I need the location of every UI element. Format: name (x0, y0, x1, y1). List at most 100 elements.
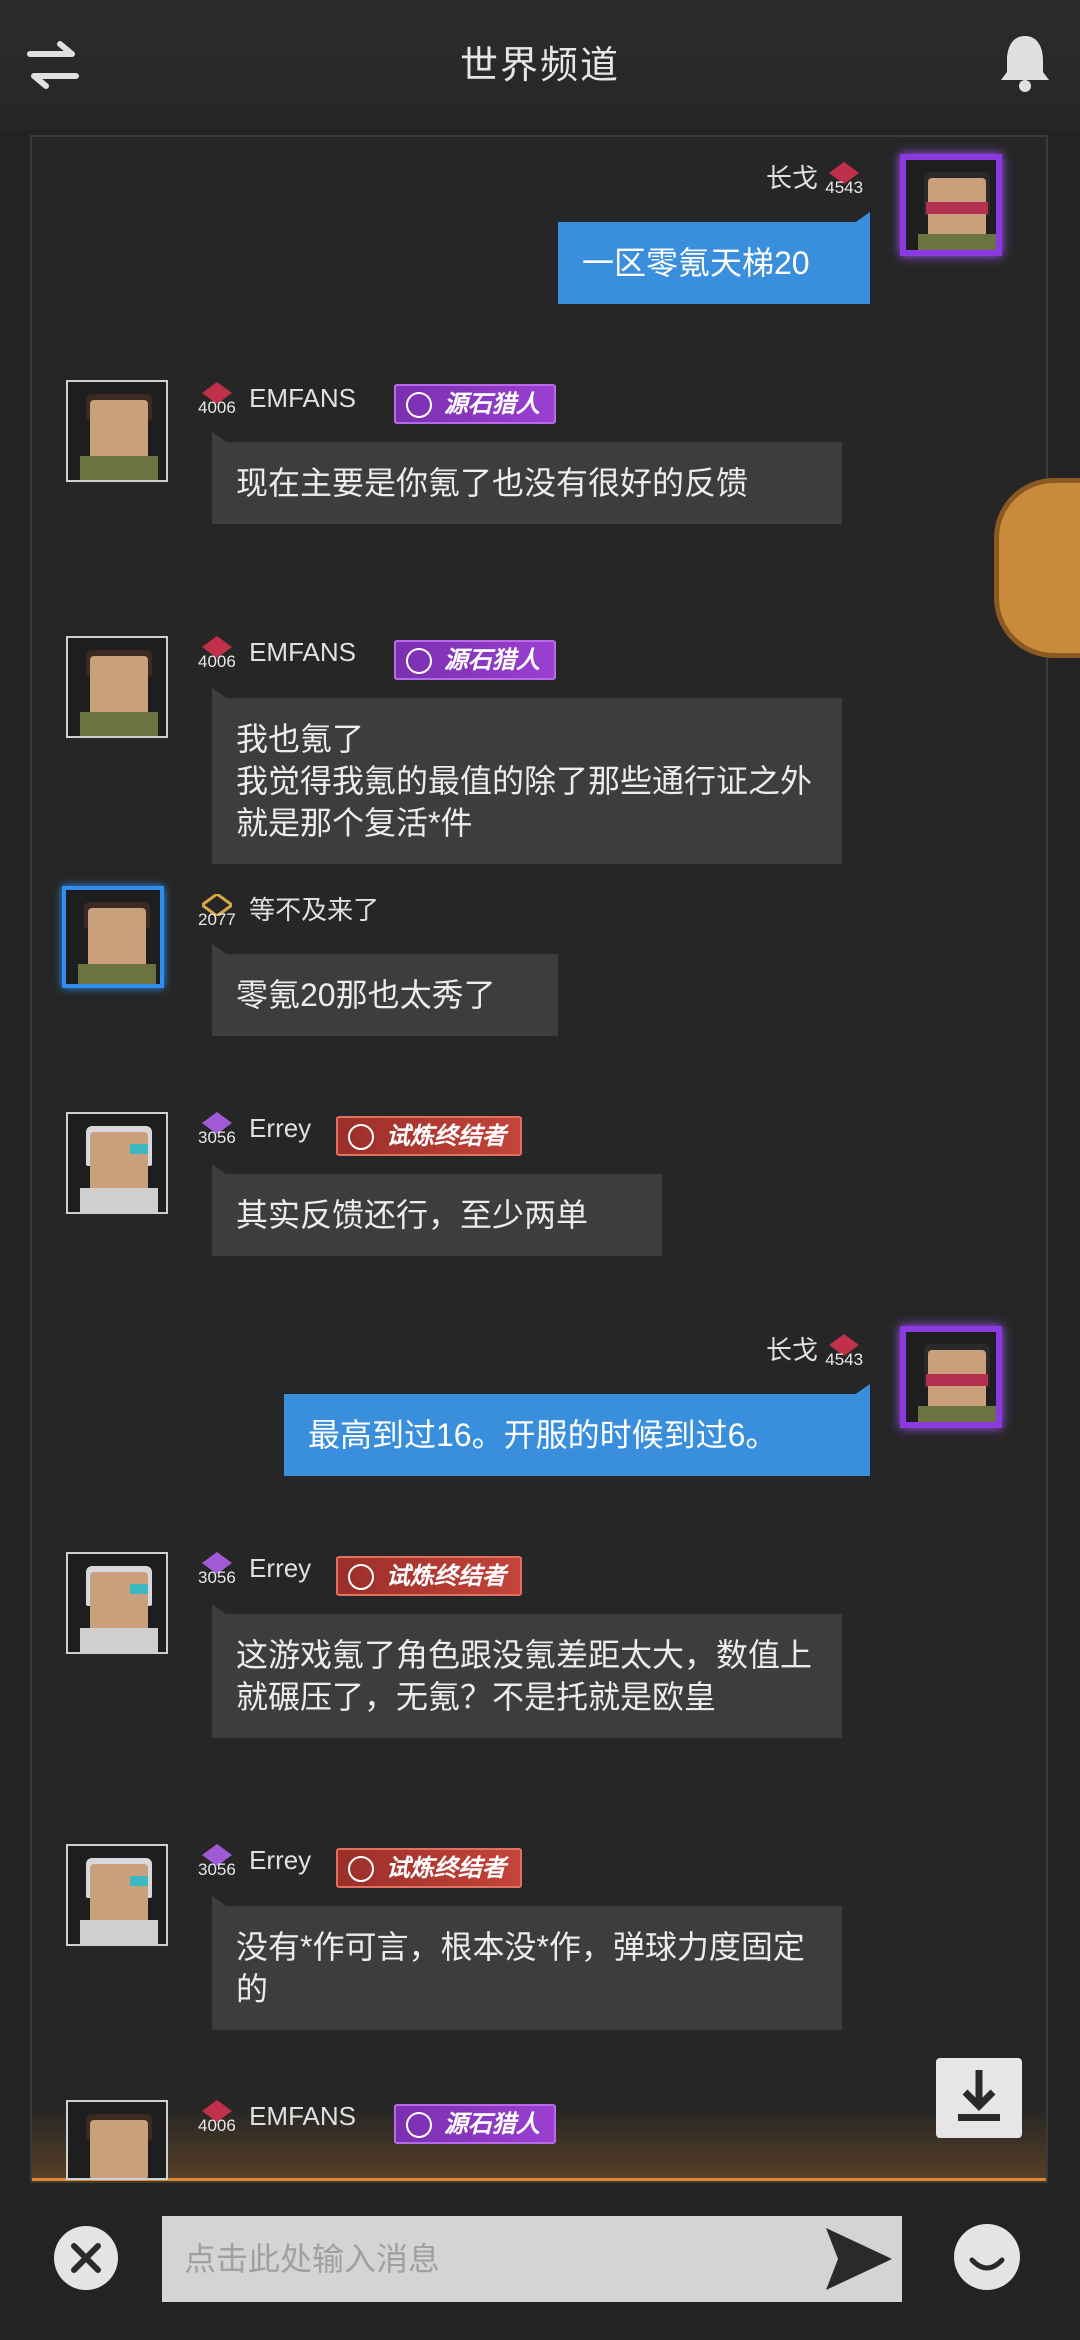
level-number: 2077 (198, 910, 236, 930)
avatar-face (90, 400, 148, 460)
title-badge-label: 试炼终结者 (386, 1563, 506, 1590)
avatar[interactable] (66, 1552, 168, 1654)
skull-emblem-icon (348, 1124, 374, 1150)
skull-emblem-icon (348, 1564, 374, 1590)
level-number: 4006 (198, 2116, 236, 2135)
avatar-face (90, 1572, 148, 1632)
sender-line: 3056 Errey (198, 1844, 311, 1880)
close-icon (71, 2243, 101, 2273)
level-number: 3056 (198, 1128, 236, 1147)
avatar[interactable] (62, 886, 164, 988)
scroll-to-bottom-button[interactable] (936, 2058, 1022, 2138)
avatar[interactable] (66, 2100, 168, 2180)
app-header: 世界频道 (0, 0, 1080, 130)
level-number: 4543 (825, 1350, 864, 1370)
title-badge[interactable]: 源石猎人 (394, 2104, 556, 2144)
sender-name: Errey (249, 1844, 312, 1875)
avatar-hair-stripe (130, 1584, 148, 1594)
level-badge: 4006 (198, 2100, 236, 2136)
sender-name: Errey (249, 1552, 312, 1583)
level-number: 4006 (198, 652, 236, 671)
title-badge-label: 源石猎人 (444, 647, 540, 674)
sender-name: EMFANS (249, 636, 356, 667)
title-badge-label: 源石猎人 (444, 391, 540, 418)
title-badge[interactable]: 试炼终结者 (336, 1848, 522, 1888)
skull-emblem-icon (348, 1856, 374, 1882)
avatar-body (918, 1406, 996, 1422)
title-badge-label: 试炼终结者 (386, 1855, 506, 1882)
avatar-body (78, 964, 156, 984)
avatar-body (80, 712, 158, 736)
smile-icon (969, 2257, 1005, 2271)
level-badge: 3056 (198, 1844, 236, 1880)
sender-line: 2077 等不及来了 (198, 890, 379, 930)
avatar-body (80, 456, 158, 480)
avatar-body (80, 1188, 158, 1212)
sender-name: EMFANS (249, 382, 356, 413)
avatar[interactable] (66, 1112, 168, 1214)
avatar[interactable] (900, 154, 1002, 256)
avatar-face (90, 1864, 148, 1924)
message-bubble[interactable]: 其实反馈还行，至少两单 (212, 1174, 662, 1256)
level-badge: 4006 (198, 636, 236, 672)
message-input[interactable] (162, 2216, 902, 2302)
level-number: 4543 (825, 178, 864, 198)
avatar[interactable] (900, 1326, 1002, 1428)
avatar-hair-stripe (130, 1876, 148, 1886)
level-badge: 4006 (198, 382, 236, 418)
sender-line: 3056 Errey (198, 1552, 311, 1588)
download-arrow-icon (958, 2070, 1000, 2121)
hunter-emblem-icon (406, 648, 432, 674)
message-bubble[interactable]: 最高到过16。开服的时候到过6。 (284, 1394, 870, 1476)
avatar[interactable] (66, 1844, 168, 1946)
sender-name: Errey (249, 1112, 312, 1143)
hunter-emblem-icon (406, 392, 432, 418)
level-number: 4006 (198, 398, 236, 417)
title-badge-label: 源石猎人 (444, 2111, 540, 2138)
avatar-visor (926, 202, 988, 214)
avatar[interactable] (66, 636, 168, 738)
hunter-emblem-icon (406, 2112, 432, 2138)
sender-line: 4006 EMFANS (198, 382, 356, 418)
side-avatar-tab[interactable] (994, 478, 1080, 658)
level-badge: 4543 (825, 1334, 863, 1370)
level-number: 3056 (198, 1568, 236, 1587)
level-number: 3056 (198, 1860, 236, 1879)
level-badge: 3056 (198, 1552, 236, 1588)
avatar-face (90, 656, 148, 716)
avatar-visor (926, 1374, 988, 1386)
sender-line: 4006 EMFANS (198, 2100, 356, 2136)
channel-title: 世界频道 (459, 45, 620, 87)
message-bubble[interactable]: 没有*作可言，根本没*作，弹球力度固定的 (212, 1906, 842, 2030)
avatar-body (918, 234, 996, 250)
send-icon[interactable] (820, 2222, 898, 2296)
level-badge: 4543 (825, 162, 863, 198)
avatar-face (88, 908, 146, 968)
avatar-hair-stripe (130, 1144, 148, 1154)
title-badge-label: 试炼终结者 (386, 1123, 506, 1150)
sender-name: EMFANS (249, 2100, 356, 2131)
sender-line: 长戈 4543 (766, 158, 869, 198)
message-bubble[interactable]: 这游戏氪了角色跟没氪差距太大，数值上就碾压了，无氪？不是托就是欧皇 (212, 1614, 842, 1738)
avatar-body (80, 1920, 158, 1944)
sender-name: 长戈 (766, 163, 819, 193)
message-bubble[interactable]: 我也氪了 我觉得我氪的最值的除了那些通行证之外 就是那个复活*件 (212, 698, 842, 864)
sender-line: 长戈 4543 (766, 1330, 869, 1370)
avatar-face (90, 1132, 148, 1192)
close-button[interactable] (54, 2226, 118, 2290)
bell-icon[interactable] (998, 32, 1052, 94)
avatar-body (80, 1628, 158, 1652)
sender-line: 4006 EMFANS (198, 636, 356, 672)
title-badge[interactable]: 试炼终结者 (336, 1556, 522, 1596)
level-badge: 3056 (198, 1112, 236, 1148)
title-badge[interactable]: 试炼终结者 (336, 1116, 522, 1156)
message-bubble[interactable]: 现在主要是你氪了也没有很好的反馈 (212, 442, 842, 524)
message-bubble[interactable]: 零氪20那也太秀了 (212, 954, 558, 1036)
sender-name: 等不及来了 (249, 895, 380, 925)
emoji-button[interactable] (954, 2224, 1020, 2290)
avatar-face (90, 2120, 148, 2178)
avatar[interactable] (66, 380, 168, 482)
title-badge[interactable]: 源石猎人 (394, 384, 556, 424)
message-bubble[interactable]: 一区零氪天梯20 (558, 222, 870, 304)
title-badge[interactable]: 源石猎人 (394, 640, 556, 680)
